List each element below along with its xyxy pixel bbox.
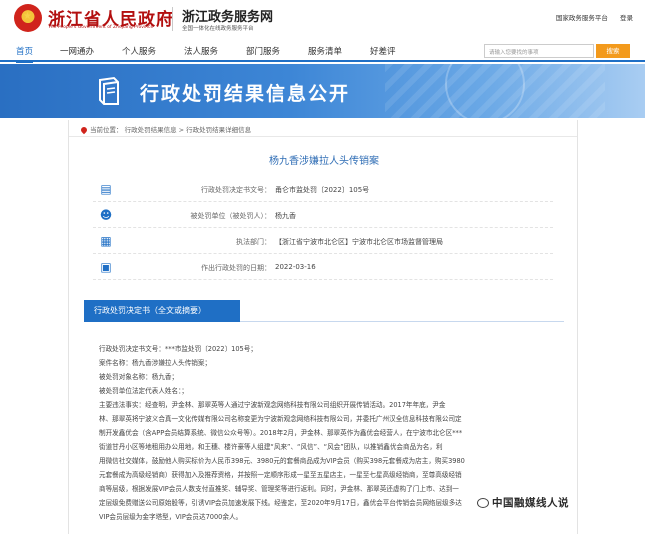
top-links: 国家政务服务平台 登录 [546, 12, 633, 22]
body-line: 制开发鑫优会（含APP会员结算系统、微信公众号等）。2018年2月，尹金林、那翠… [99, 429, 463, 437]
tab-decision-fulltext[interactable]: 行政处罚决定书（全文或摘要） [84, 300, 240, 322]
site-title-english: The People's Government of Zhejiang Prov… [48, 25, 154, 30]
body-line: 元套餐成为高级经销商）获得加入及推荐资格，并按照一定顺序形成一星至五星店主，一星… [99, 471, 462, 479]
watermark-text: 中国融媒线人说 [492, 497, 569, 509]
body-line: VIP会员层级为金字塔型，VIP会员达7000余人。 [99, 513, 243, 521]
info-label: 作出行政处罚的日期： [201, 264, 271, 272]
body-line: 商等层级，根据发展VIP会员人数支付直推奖、辅导奖、管理奖等进行返利。同时，尹金… [99, 485, 459, 493]
national-platform-link[interactable]: 国家政务服务平台 [556, 14, 608, 22]
nav-item-department[interactable]: 部门服务 [246, 45, 280, 57]
body-line: 行政处罚决定书文号：***市监处罚〔2022〕105号； [99, 345, 257, 353]
national-emblem-icon: ★ [14, 4, 42, 32]
breadcrumb-text[interactable]: 当前位置： 行政处罚结果信息 > 行政处罚结果详细信息 [90, 126, 251, 134]
body-line: 用微信社交媒体，鼓励他人购买标价为人民币398元、3980元的套餐商品成为VIP… [99, 457, 465, 465]
info-row-enforcement-dept: ▦ 执法部门： 【浙江省宁波市北仑区】宁波市北仑区市场监督管理局 [93, 232, 553, 254]
info-value: 【浙江省宁波市北仑区】宁波市北仑区市场监督管理局 [275, 238, 443, 246]
search-button[interactable]: 搜索 [596, 44, 630, 58]
main-nav: 首页 一网通办 个人服务 法人服务 部门服务 服务清单 好差评 请输入您要找的事… [0, 40, 645, 63]
book-icon [99, 76, 119, 105]
body-line: 被处罚对象名称：杨九香； [99, 373, 179, 381]
breadcrumb: 当前位置： 行政处罚结果信息 > 行政处罚结果详细信息 [79, 124, 251, 135]
info-label: 执法部门： [236, 238, 271, 246]
info-row-document-number: ▤ 行政处罚决定书文号： 甬仑市监处罚〔2022〕105号 [93, 180, 553, 202]
search-input[interactable]: 请输入您要找的事项 [484, 44, 594, 58]
body-line: 主要违法事实：经查明，尹金林、那翠英等人通过宁波新观念网络科技有限公司组织开展传… [99, 401, 446, 409]
nav-item-service-list[interactable]: 服务清单 [308, 45, 342, 57]
info-label: 被处罚单位（被处罚人）： [190, 212, 272, 220]
header-divider [172, 7, 173, 31]
info-row-penalized-party: ☻ 被处罚单位（被处罚人）： 杨九香 [93, 206, 553, 228]
info-value: 杨九香 [275, 212, 296, 220]
info-value: 甬仑市监处罚〔2022〕105号 [275, 186, 370, 194]
nav-item-rating[interactable]: 好差评 [370, 45, 396, 57]
login-link[interactable]: 登录 [620, 14, 633, 22]
banner-title: 行政处罚结果信息公开 [140, 83, 351, 105]
nav-item-personal[interactable]: 个人服务 [122, 45, 156, 57]
location-pin-icon [79, 125, 89, 135]
nav-item-legal-person[interactable]: 法人服务 [184, 45, 218, 57]
content-panel: 当前位置： 行政处罚结果信息 > 行政处罚结果详细信息 杨九香涉嫌拉人头传销案 … [68, 120, 578, 534]
watermark: 中国融媒线人说 [477, 495, 569, 510]
body-line: 林、那翠英将宁波义合真一文化传媒有限公司名称变更为宁波新观念网络科技有限公司，并… [99, 415, 462, 423]
info-value: 2022-03-16 [275, 263, 316, 271]
body-line: 案件名称：杨九香涉嫌拉人头传销案； [99, 359, 212, 367]
breadcrumb-divider [69, 136, 577, 137]
nav-item-one-stop[interactable]: 一网通办 [60, 45, 94, 57]
body-line: 街道甘丹小区等地租用办公用地，和王穗、楼许豪等人组建“风来”、“风信”、“风会”… [99, 443, 443, 451]
service-title[interactable]: 浙江政务服务网 [182, 6, 273, 25]
top-header: ★ 浙江省人民政府 The People's Government of Zhe… [0, 0, 645, 38]
body-line: 被处罚单位法定代表人姓名：； [99, 387, 189, 395]
watermark-logo-icon [477, 498, 489, 508]
case-title: 杨九香涉嫌拉人头传销案 [269, 156, 379, 167]
page-banner: 行政处罚结果信息公开 [0, 64, 645, 118]
decision-section-header: 行政处罚决定书（全文或摘要） [84, 300, 564, 322]
banner-decoration-circle [445, 64, 525, 118]
info-label: 行政处罚决定书文号： [201, 186, 271, 194]
service-subtitle: 全国一体化在线政务服务平台 [182, 26, 254, 32]
nav-item-home[interactable]: 首页 [16, 45, 34, 63]
info-row-penalty-date: ▣ 作出行政处罚的日期： 2022-03-16 [93, 258, 553, 280]
